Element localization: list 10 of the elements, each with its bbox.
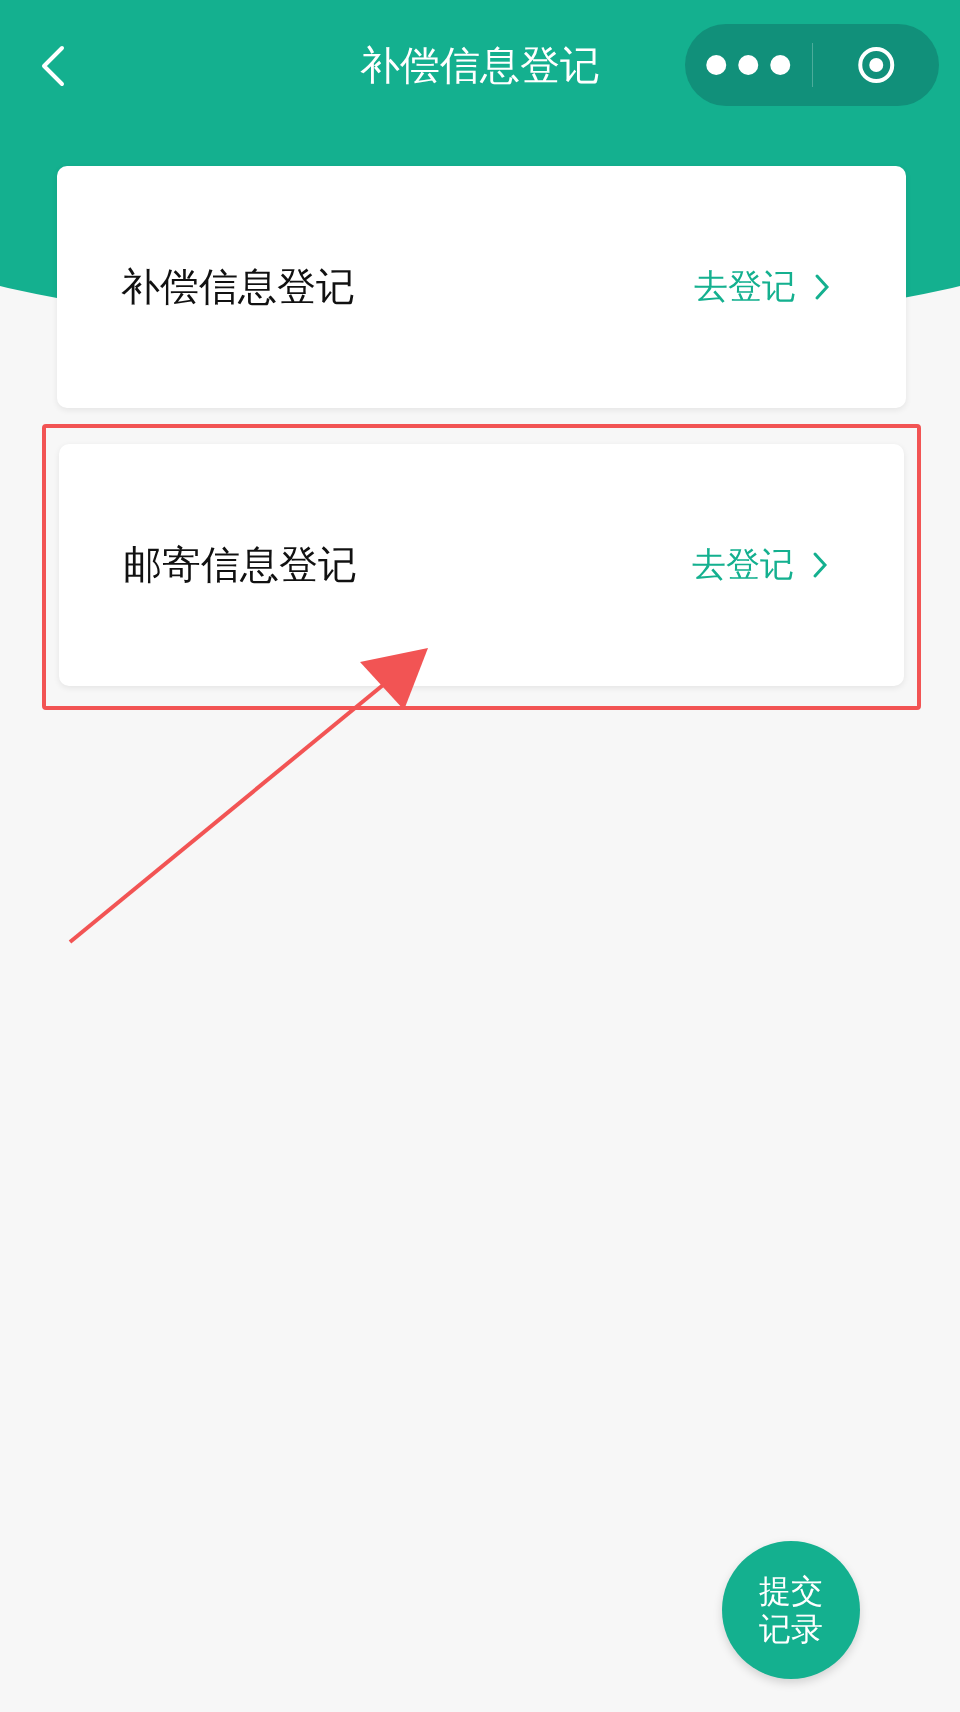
register-link[interactable]: 去登记 [692,542,828,588]
entry-card[interactable]: 邮寄信息登记 去登记 [59,444,904,686]
register-link[interactable]: 去登记 [694,264,830,310]
page-title: 补偿信息登记 [360,40,600,90]
submit-records-button[interactable]: 提交记录 [722,1541,860,1679]
chevron-icon [812,551,828,579]
entry-card[interactable]: 补偿信息登记 去登记 [57,166,906,408]
entry-title: 邮寄信息登记 [123,541,357,589]
entry-title: 补偿信息登记 [121,263,355,311]
chevron-icon [814,273,830,301]
